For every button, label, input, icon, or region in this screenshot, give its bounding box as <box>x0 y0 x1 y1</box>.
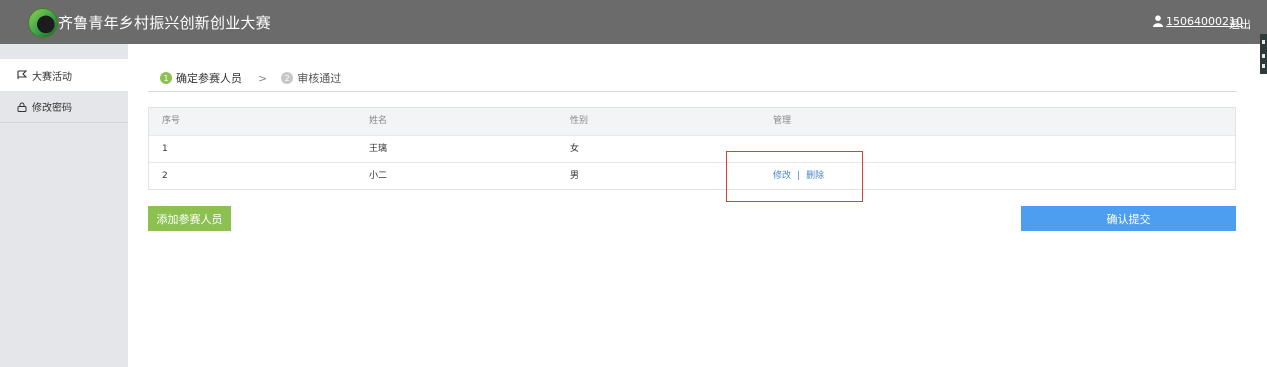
sidebar-item-change-password[interactable]: 修改密码 <box>0 91 128 123</box>
table-row: 2 小二 男 修改 | 删除 <box>149 162 1235 189</box>
row-gender: 男 <box>570 171 580 181</box>
participants-table: 序号 姓名 性别 管理 1 王璃 女 2 小二 男 修改 | 删除 <box>148 107 1236 190</box>
lock-icon <box>17 102 27 112</box>
site-title: 齐鲁青年乡村振兴创新创业大赛 <box>58 14 271 32</box>
table-row: 1 王璃 女 <box>149 135 1235 162</box>
sidebar-item-label: 修改密码 <box>32 103 72 114</box>
row-name: 小二 <box>369 171 388 181</box>
column-header: 序号 <box>162 116 181 126</box>
logout-link[interactable]: 退出 <box>1229 16 1251 32</box>
row-gender: 女 <box>570 144 580 154</box>
user-icon <box>1153 15 1163 27</box>
progress-steps: 1 确定参赛人员 > 2 审核通过 <box>160 69 341 87</box>
step-separator: > <box>258 71 268 85</box>
step-number: 1 <box>160 72 172 84</box>
confirm-submit-button[interactable]: 确认提交 <box>1021 206 1236 231</box>
divider <box>148 91 1237 92</box>
column-header: 管理 <box>773 116 792 126</box>
row-name: 王璃 <box>369 144 388 154</box>
leaf-logo-icon <box>28 8 58 38</box>
table-header-row: 序号 姓名 性别 管理 <box>149 108 1235 135</box>
column-header: 姓名 <box>369 116 388 126</box>
side-toolbar-handle[interactable] <box>1260 34 1267 74</box>
step-label: 审核通过 <box>297 72 342 85</box>
flag-icon <box>17 70 27 79</box>
step-label: 确定参赛人员 <box>176 72 242 85</box>
column-header: 性别 <box>570 116 589 126</box>
step-number: 2 <box>281 72 294 84</box>
highlight-annotation-box <box>726 151 863 202</box>
sidebar-item-contest[interactable]: 大赛活动 <box>0 59 128 91</box>
add-participant-button[interactable]: 添加参赛人员 <box>148 206 231 231</box>
row-index: 2 <box>162 171 168 181</box>
sidebar: 大赛活动 修改密码 <box>0 44 128 367</box>
sidebar-item-label: 大赛活动 <box>32 71 72 83</box>
row-index: 1 <box>162 144 168 154</box>
top-header: 齐鲁青年乡村振兴创新创业大赛 15064000210 退出 <box>0 0 1267 44</box>
